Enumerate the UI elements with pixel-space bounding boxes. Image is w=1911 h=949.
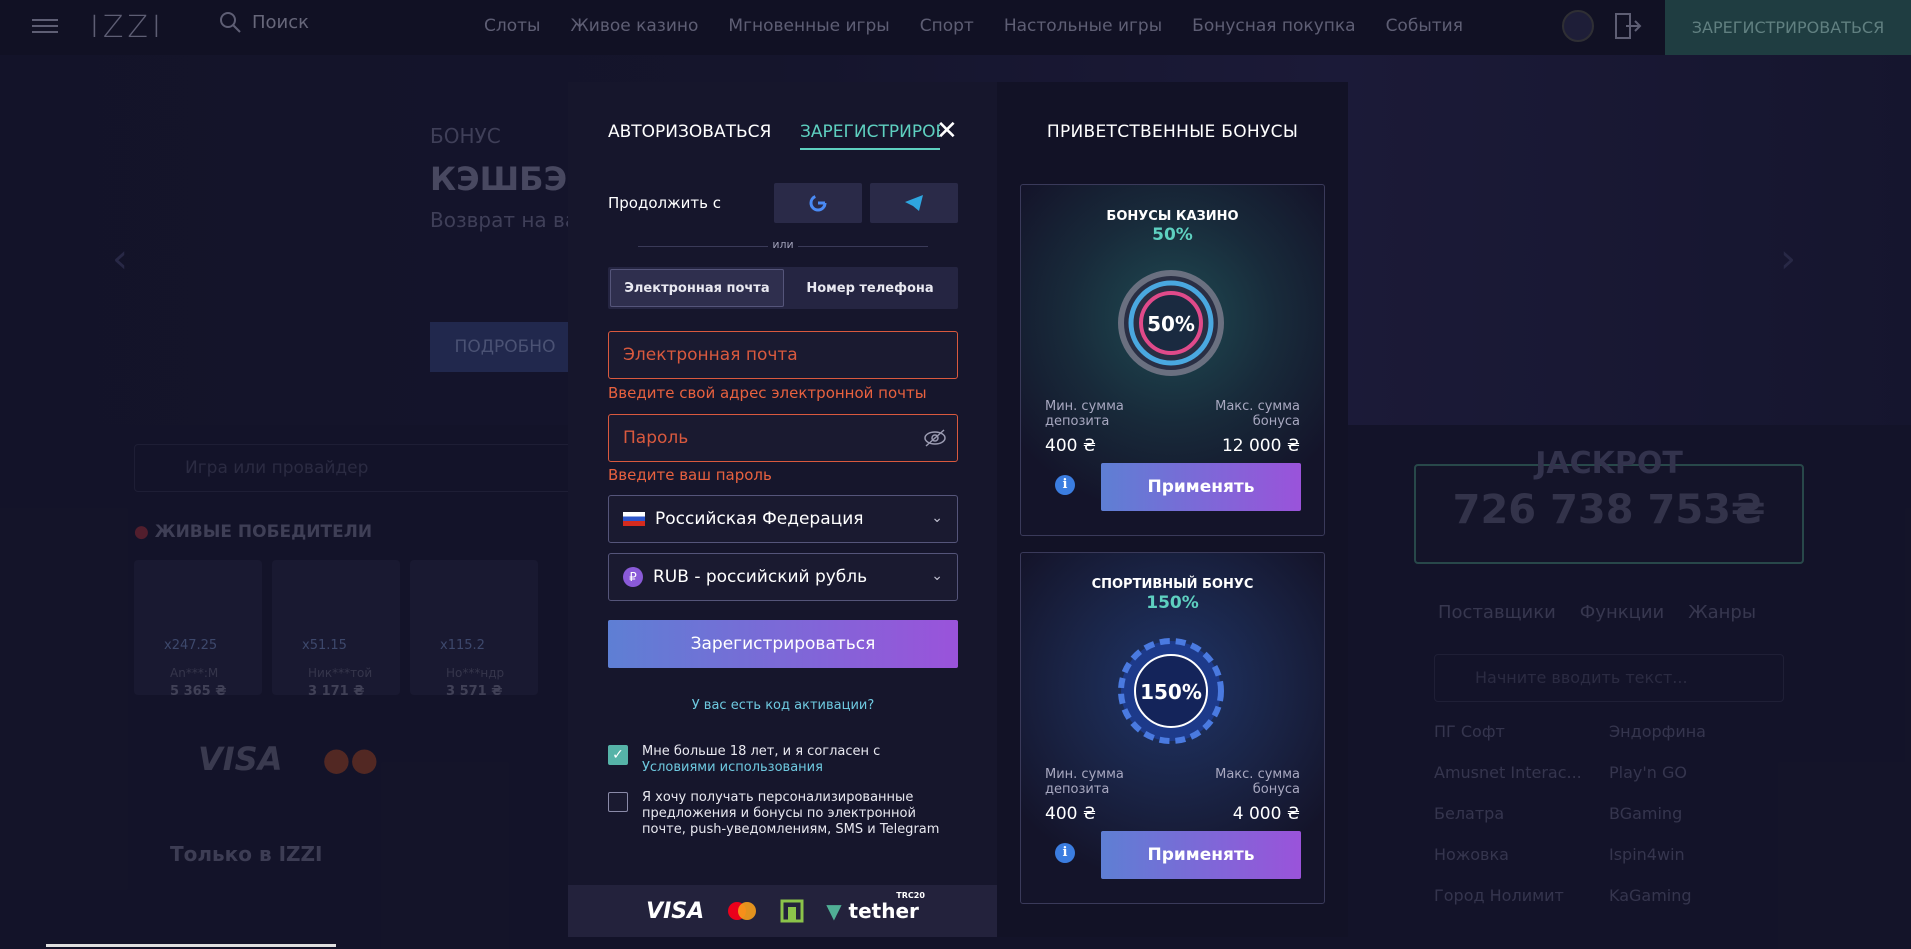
eye-off-icon[interactable] <box>923 428 947 448</box>
email-placeholder: Электронная почта <box>623 345 798 365</box>
register-form-panel: АВТОРИЗОВАТЬСЯ ЗАРЕГИСТРИРОВАТЬСЯ ✕ Прод… <box>568 82 997 937</box>
chevron-down-icon: ⌄ <box>931 510 943 526</box>
info-icon[interactable]: i <box>1055 843 1075 863</box>
max-bonus-value: 4 000 ₴ <box>1232 804 1300 824</box>
max-bonus-value: 12 000 ₴ <box>1221 436 1300 456</box>
terms-link[interactable]: Условиями использования <box>642 760 823 775</box>
russia-flag-icon <box>623 512 645 526</box>
visa-logo: VISA <box>646 898 705 924</box>
currency-value: RUB - российский рубль <box>653 567 868 587</box>
welcome-bonuses-panel: ПРИВЕТСТВЕННЫЕ БОНУСЫ БОНУСЫ КАЗИНО 50% … <box>997 82 1348 937</box>
payment-provider-icon <box>780 899 804 923</box>
bonus-title: СПОРТИВНЫЙ БОНУС <box>1091 577 1254 592</box>
casino-bonus-card: БОНУСЫ КАЗИНО 50% 50% Мин. сумма депозит… <box>1020 184 1325 536</box>
email-error: Введите свой адрес электронной почты <box>608 384 927 402</box>
min-deposit-label: Мин. сумма депозита <box>1045 399 1124 429</box>
apply-casino-bonus-button[interactable]: Применять <box>1101 463 1301 511</box>
ruble-icon: ₽ <box>623 567 643 587</box>
tab-login[interactable]: АВТОРИЗОВАТЬСЯ <box>608 122 771 142</box>
info-icon[interactable]: i <box>1055 475 1075 495</box>
chevron-down-icon: ⌄ <box>931 568 943 584</box>
terms-text: Мне больше 18 лет, и я согласен с <box>642 744 881 759</box>
min-deposit-value: 400 ₴ <box>1045 436 1097 456</box>
promo-label: Я хочу получать персонализированные пред… <box>642 790 940 837</box>
country-value: Российская Федерация <box>655 509 864 529</box>
google-icon <box>809 194 827 212</box>
continue-with-label: Продолжить с <box>608 194 721 212</box>
casino-chip-icon: 50% <box>1118 270 1224 376</box>
min-deposit-label: Мин. сумма депозита <box>1045 767 1124 797</box>
tether-logo: ▼ tether TRC20 <box>826 891 925 923</box>
terms-label: Мне больше 18 лет, и я согласен с Услови… <box>642 744 952 776</box>
tab-phone[interactable]: Номер телефона <box>784 269 956 307</box>
bonuses-title: ПРИВЕТСТВЕННЫЕ БОНУСЫ <box>1046 122 1299 142</box>
register-button[interactable]: Зарегистрироваться <box>608 620 958 668</box>
promo-checkbox[interactable] <box>608 792 628 812</box>
country-select[interactable]: Российская Федерация ⌄ <box>608 495 958 543</box>
tether-label: tether <box>848 899 919 923</box>
sport-bonus-card: СПОРТИВНЫЙ БОНУС 150% 150% Мин. сумма де… <box>1020 552 1325 904</box>
signup-method-switch: Электронная почта Номер телефона <box>608 267 958 309</box>
terms-checkbox[interactable]: ✓ <box>608 745 628 765</box>
tab-email[interactable]: Электронная почта <box>610 269 784 307</box>
or-divider: или <box>608 238 958 251</box>
bonus-title: БОНУСЫ КАЗИНО <box>1106 209 1239 224</box>
scroll-indicator <box>46 944 336 947</box>
tab-register[interactable]: ЗАРЕГИСТРИРОВАТЬСЯ <box>800 122 940 150</box>
bonus-percent: 150% <box>1146 593 1199 613</box>
bonus-percent: 50% <box>1152 225 1193 245</box>
payment-methods-footer: VISA ▼ tether TRC20 <box>568 885 997 937</box>
close-icon[interactable]: ✕ <box>936 116 958 146</box>
mastercard-icon <box>728 902 757 920</box>
password-placeholder: Пароль <box>623 428 689 448</box>
trc20-badge: TRC20 <box>896 891 925 900</box>
chip-label: 50% <box>1147 312 1195 336</box>
password-error: Введите ваш пароль <box>608 466 772 484</box>
activation-code-link[interactable]: У вас есть код активации? <box>608 698 958 713</box>
min-deposit-value: 400 ₴ <box>1045 804 1097 824</box>
chip-label: 150% <box>1140 680 1202 704</box>
telegram-icon <box>905 195 923 211</box>
max-bonus-label: Макс. сумма бонуса <box>1215 399 1300 429</box>
apply-sport-bonus-button[interactable]: Применять <box>1101 831 1301 879</box>
password-field[interactable]: Пароль <box>608 414 958 462</box>
currency-select[interactable]: ₽ RUB - российский рубль ⌄ <box>608 553 958 601</box>
max-bonus-label: Макс. сумма бонуса <box>1215 767 1300 797</box>
telegram-login-button[interactable] <box>870 183 958 223</box>
auth-modal: АВТОРИЗОВАТЬСЯ ЗАРЕГИСТРИРОВАТЬСЯ ✕ Прод… <box>568 82 1348 937</box>
email-field[interactable]: Электронная почта <box>608 331 958 379</box>
sport-chip-icon: 150% <box>1118 638 1224 744</box>
google-login-button[interactable] <box>774 183 862 223</box>
